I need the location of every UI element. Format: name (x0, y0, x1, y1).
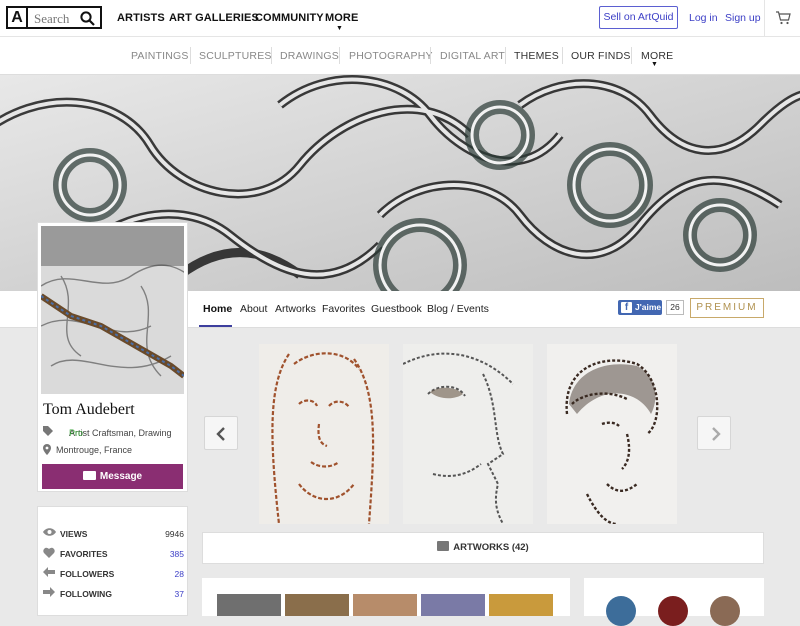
artquid-logo[interactable]: A (6, 6, 28, 29)
search-box[interactable]: Search (27, 6, 102, 29)
category-photography[interactable]: PHOTOGRAPHY (349, 50, 433, 62)
artist-role: Artist Craftsman, Drawing Pro (43, 426, 183, 440)
category-sculptures[interactable]: SCULPTURES (199, 50, 272, 62)
artist-profile-card: Tom Audebert Artist Craftsman, Drawing P… (37, 222, 188, 492)
premium-badge: PREMIUM (690, 298, 764, 318)
facebook-like-button[interactable]: f J'aime (618, 300, 662, 315)
stat-followers[interactable]: FOLLOWERS 28 (43, 566, 184, 582)
category-paintings[interactable]: PAINTINGS (131, 50, 189, 62)
artwork-carousel (201, 336, 764, 530)
facebook-like-label: J'aime (635, 302, 662, 312)
tab-guestbook[interactable]: Guestbook (371, 303, 422, 315)
stat-value: 9946 (165, 529, 184, 539)
artwork-thumbnail[interactable] (403, 344, 533, 524)
stat-value[interactable]: 385 (170, 549, 184, 559)
briefcase-icon (437, 541, 450, 551)
stat-views: VIEWS 9946 (43, 526, 184, 542)
map-pin-icon (43, 444, 51, 455)
carousel-next-button[interactable] (697, 416, 731, 450)
caret-down-icon: ▼ (336, 25, 343, 32)
follower-avatar[interactable] (606, 596, 636, 626)
nav-community[interactable]: COMMUNITY (255, 12, 324, 24)
search-input[interactable]: Search (34, 11, 69, 27)
nav-art-galleries[interactable]: ART GALLERIES (169, 12, 259, 24)
divider (271, 47, 272, 64)
recent-artworks-panel (202, 578, 570, 616)
artworks-count-button[interactable]: ARTWORKS (42) (202, 532, 764, 564)
search-icon[interactable] (80, 11, 95, 26)
arrow-right-icon (43, 587, 55, 597)
artwork-thumbnail[interactable] (489, 594, 553, 616)
stat-value[interactable]: 28 (175, 569, 184, 579)
category-bar: PAINTINGS SCULPTURES DRAWINGS PHOTOGRAPH… (0, 37, 800, 75)
artwork-thumbnail[interactable] (217, 594, 281, 616)
facebook-icon: f (621, 302, 632, 313)
signup-link[interactable]: Sign up (725, 12, 761, 24)
tab-favorites[interactable]: Favorites (322, 303, 365, 315)
stat-favorites[interactable]: FAVORITES 385 (43, 546, 184, 562)
cart-button[interactable] (764, 0, 800, 37)
artwork-thumbnail[interactable] (547, 344, 677, 524)
artworks-count-label: ARTWORKS (42) (453, 542, 529, 553)
artist-location: Montrouge, France (43, 444, 183, 458)
category-our-finds[interactable]: OUR FINDS (571, 50, 631, 62)
stats-panel: VIEWS 9946 FAVORITES 385 FOLLOWERS 28 FO… (37, 506, 188, 616)
stat-label: VIEWS (60, 529, 88, 539)
stat-following[interactable]: FOLLOWING 37 (43, 586, 184, 602)
like-count: 26 (666, 300, 684, 315)
divider (562, 47, 563, 64)
stat-value[interactable]: 37 (175, 589, 184, 599)
artwork-thumbnail[interactable] (353, 594, 417, 616)
chevron-left-icon (216, 427, 225, 441)
chevron-right-icon (712, 427, 721, 441)
tab-about[interactable]: About (240, 303, 267, 315)
tab-home[interactable]: Home (203, 303, 232, 315)
tag-icon (43, 426, 53, 436)
artwork-thumbnail[interactable] (421, 594, 485, 616)
artist-location-label: Montrouge, France (56, 445, 133, 455)
tab-artworks[interactable]: Artworks (275, 303, 316, 315)
artwork-thumbnail[interactable] (259, 344, 389, 524)
artwork-thumbnail[interactable] (285, 594, 349, 616)
category-digital-art[interactable]: DIGITAL ART (440, 50, 505, 62)
divider (430, 47, 431, 64)
carousel-prev-button[interactable] (204, 416, 238, 450)
category-themes[interactable]: THEMES (514, 50, 559, 62)
cart-icon (776, 11, 791, 25)
heart-icon (43, 547, 55, 558)
divider (190, 47, 191, 64)
follower-avatar[interactable] (658, 596, 688, 626)
envelope-icon (82, 471, 96, 480)
artist-avatar[interactable] (41, 226, 184, 394)
arrow-left-icon (43, 567, 55, 577)
artist-name: Tom Audebert (43, 401, 135, 418)
eye-icon (43, 528, 56, 536)
divider (339, 47, 340, 64)
top-navbar: A Search ARTISTS ART GALLERIES COMMUNITY… (0, 0, 800, 37)
stat-label: FOLLOWING (60, 589, 112, 599)
category-drawings[interactable]: DRAWINGS (280, 50, 339, 62)
tab-blog-events[interactable]: Blog / Events (427, 303, 489, 315)
divider (505, 47, 506, 64)
sell-button[interactable]: Sell on ArtQuid (599, 6, 678, 29)
message-button[interactable]: Message (42, 464, 183, 489)
login-link[interactable]: Log in (689, 12, 718, 24)
followers-panel (584, 578, 764, 626)
active-tab-indicator (199, 325, 232, 327)
divider (631, 47, 632, 64)
follower-avatar[interactable] (710, 596, 740, 626)
nav-more[interactable]: MORE (325, 12, 358, 24)
stat-label: FOLLOWERS (60, 569, 115, 579)
artist-role-label: Artist Craftsman, Drawing (69, 428, 172, 438)
message-button-label: Message (99, 471, 143, 482)
pro-badge: Pro (69, 428, 84, 438)
stat-label: FAVORITES (60, 549, 108, 559)
nav-artists[interactable]: ARTISTS (117, 12, 165, 24)
caret-down-icon: ▼ (651, 61, 658, 68)
